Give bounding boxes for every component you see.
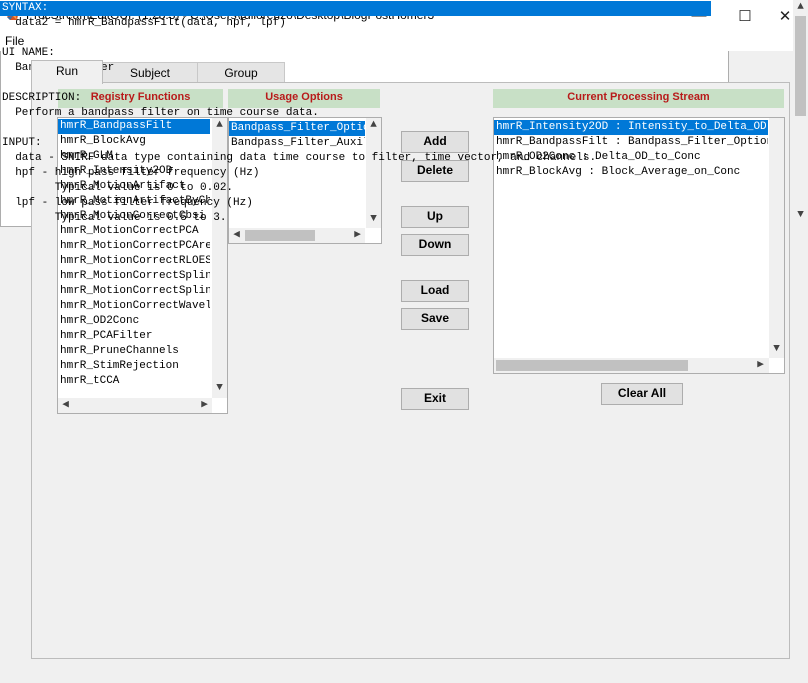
function-help-text[interactable]: SYNTAX: data2 = hmrR_BandpassFilt(data, … (0, 0, 808, 227)
scroll-thumb[interactable] (496, 360, 688, 371)
close-icon: ✕ (778, 7, 792, 25)
registry-function-item[interactable]: hmrR_PruneChannels (58, 344, 210, 359)
help-text-line[interactable]: DESCRIPTION: (0, 91, 711, 106)
help-text-line[interactable]: UI NAME: (0, 46, 711, 61)
help-text-line[interactable]: Bandpass_Filter (0, 61, 711, 76)
help-text-line[interactable]: data - SNIRF data type containing data t… (0, 151, 711, 166)
help-text-line[interactable]: INPUT: (0, 136, 711, 151)
scroll-thumb[interactable] (245, 230, 315, 241)
help-text-line[interactable]: SYNTAX: (0, 1, 711, 16)
scroll-down-icon[interactable]: ▼ (769, 342, 784, 357)
help-text-line[interactable]: Typical value is 0.5 to 3. (0, 211, 711, 226)
registry-function-item[interactable]: hmrR_OD2Conc (58, 314, 210, 329)
registry-function-item[interactable]: hmrR_MotionCorrectSplineSG (58, 284, 210, 299)
help-text-line[interactable]: Perform a bandpass filter on time course… (0, 106, 711, 121)
help-text-line[interactable]: lpf - low pass filter frequency (Hz) (0, 196, 711, 211)
registry-function-item[interactable]: hmrR_tCCA (58, 374, 210, 389)
clear-all-button[interactable]: Clear All (601, 383, 683, 405)
scroll-down-icon[interactable]: ▼ (212, 381, 227, 396)
exit-button[interactable]: Exit (401, 388, 469, 410)
scroll-right-icon[interactable]: ▶ (753, 358, 768, 373)
stream-horizontal-scrollbar[interactable]: ▶ (494, 358, 769, 373)
registry-horizontal-scrollbar[interactable]: ◀ ▶ (58, 398, 212, 413)
registry-function-item[interactable]: hmrR_MotionCorrectPCA (58, 224, 210, 239)
registry-function-item[interactable]: hmrR_MotionCorrectPCArecurse (58, 239, 210, 254)
help-text-line[interactable]: Typical value is 0 to 0.02. (0, 181, 711, 196)
help-text-line[interactable]: data2 = hmrR_BandpassFilt(data, hpf, lpf… (0, 16, 711, 31)
stream-vertical-scrollbar[interactable]: ▼ (769, 118, 784, 358)
save-button[interactable]: Save (401, 308, 469, 330)
scroll-left-icon[interactable]: ◀ (58, 398, 73, 413)
maximize-icon: ☐ (738, 7, 752, 25)
scroll-right-icon[interactable]: ▶ (197, 398, 212, 413)
help-text-line[interactable] (0, 121, 711, 136)
registry-function-item[interactable]: hmrR_StimRejection (58, 359, 210, 374)
tab-run[interactable]: Run (31, 60, 103, 84)
scroll-left-icon[interactable]: ◀ (229, 228, 244, 243)
help-text-line[interactable] (0, 76, 711, 91)
help-text-line[interactable] (0, 31, 711, 46)
registry-function-item[interactable]: hmrR_MotionCorrectWavelet (58, 299, 210, 314)
down-button[interactable]: Down (401, 234, 469, 256)
scroll-right-icon[interactable]: ▶ (350, 228, 365, 243)
load-button[interactable]: Load (401, 280, 469, 302)
help-text-line[interactable]: hpf - high pass filter frequency (Hz) (0, 166, 711, 181)
registry-function-item[interactable]: hmrR_PCAFilter (58, 329, 210, 344)
usage-horizontal-scrollbar[interactable]: ◀ ▶ (229, 228, 365, 243)
registry-function-item[interactable]: hmrR_MotionCorrectRLOESS (58, 254, 210, 269)
registry-function-item[interactable]: hmrR_MotionCorrectSpline (58, 269, 210, 284)
